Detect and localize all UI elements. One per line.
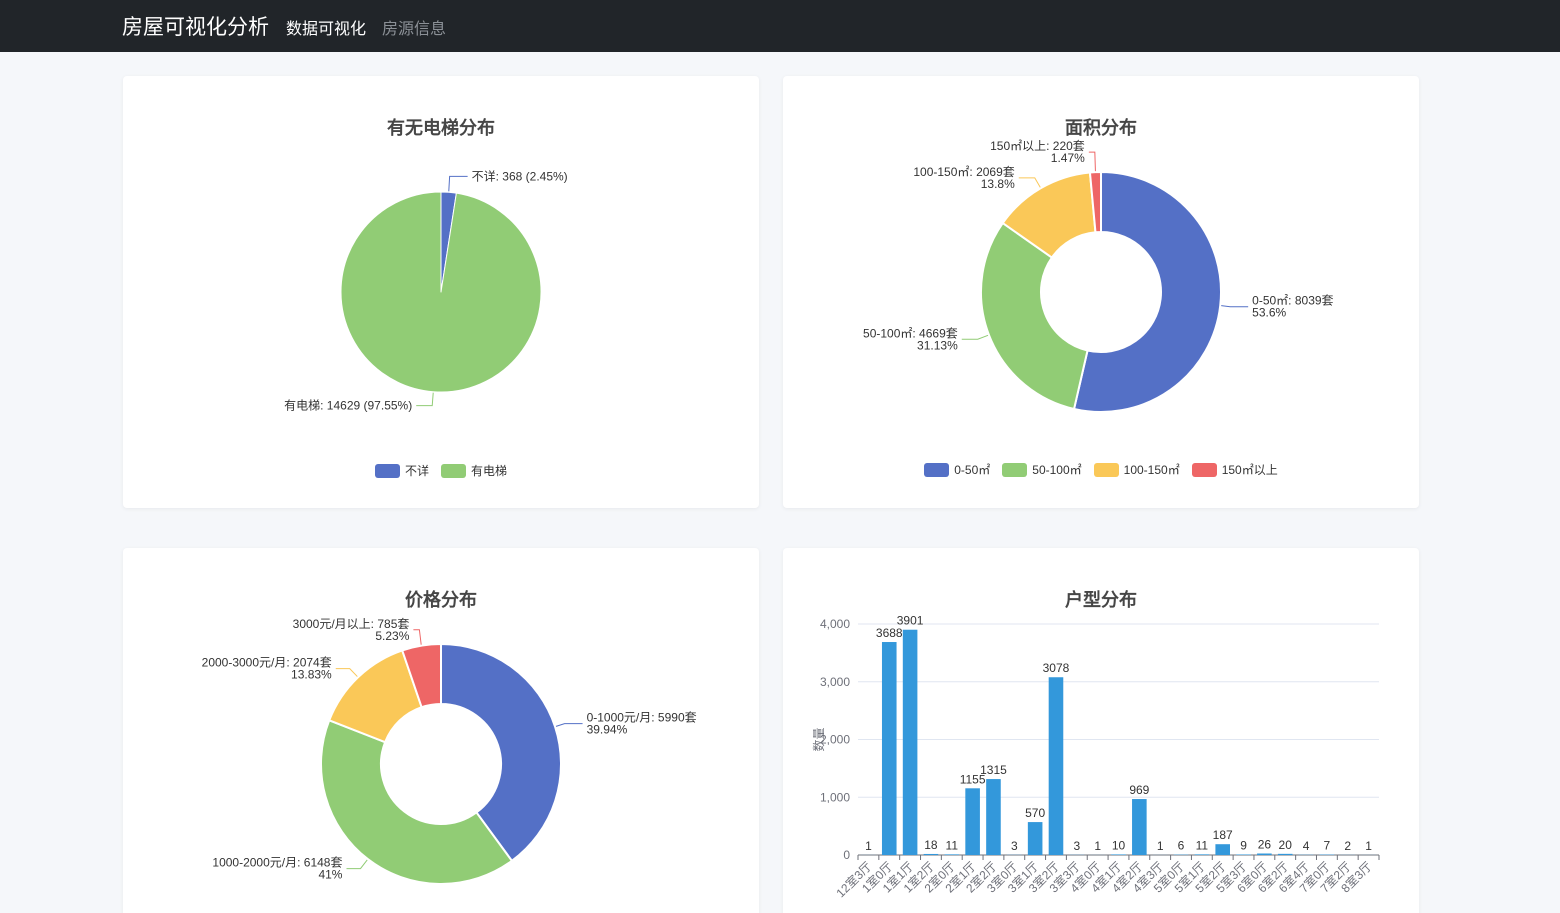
- legend-item-0-50[interactable]: 0-50㎡: [924, 461, 990, 478]
- area-label-line-3: [1088, 151, 1096, 172]
- bar-19[interactable]: [1257, 853, 1272, 855]
- price-slice-label-3-1: 5.23%: [375, 629, 409, 643]
- bar-4[interactable]: [944, 854, 960, 855]
- bar-value-label-22: 7: [1324, 839, 1331, 853]
- nav-link-listing-info[interactable]: 房源信息: [382, 15, 446, 39]
- bar-value-label-7: 3: [1011, 839, 1018, 853]
- price-slice-label-0-1: 39.94%: [587, 723, 628, 737]
- y-axis-label: 数量: [811, 727, 826, 751]
- legend-item-150-plus[interactable]: 150㎡以上: [1191, 461, 1278, 478]
- bar-6[interactable]: [986, 779, 1001, 855]
- area-slice-label-2-1: 13.8%: [981, 177, 1015, 191]
- price-slice-label-1-1: 41%: [318, 868, 342, 882]
- y-tick-label-1: 1,000: [820, 790, 850, 804]
- legend-swatch-unknown: [374, 463, 400, 478]
- price-label-line-0: [555, 723, 583, 727]
- brand-title[interactable]: 房屋可视化分析: [122, 11, 269, 41]
- bar-8[interactable]: [1027, 822, 1043, 855]
- bar-value-label-23: 2: [1344, 839, 1351, 853]
- legend-label-has-elevator: 有电梯: [471, 464, 508, 478]
- bar-value-label-2: 3901: [897, 614, 924, 628]
- elevator-label-line-0: [448, 175, 468, 192]
- price-label-line-3: [413, 629, 422, 645]
- y-tick-label-3: 3,000: [820, 675, 850, 689]
- price-donut-chart: 0-1000元/月: 5990套39.94%1000-2000元/月: 6148…: [202, 617, 697, 885]
- bar-value-label-11: 1: [1094, 839, 1101, 853]
- bar-value-label-14: 1: [1157, 839, 1164, 853]
- legend-swatch-50-100: [1002, 462, 1028, 477]
- bar-value-label-6: 1315: [980, 763, 1007, 777]
- area-donut-chart: 0-50㎡: 8039套53.6%50-100㎡: 4669套31.13%100…: [863, 139, 1334, 413]
- layout-bar-chart: 01,0002,0003,0004,000数量112室3厅36881室0厅390…: [811, 614, 1380, 900]
- elevator-pie-chart: 不详: 368 (2.45%) 有电梯: 14629 (97.55%): [284, 168, 568, 413]
- area-label-line-0: [1221, 305, 1249, 308]
- price-pie-slice-1[interactable]: [320, 719, 513, 885]
- layout-chart-card: 户型分布 0 1,000 2,000 3,000 4,000 数量 1 12室3厅 3688 1室…: [783, 548, 1419, 913]
- elevator-slice-label-1-0: 有电梯: 14629 (97.55%): [284, 399, 412, 413]
- area-slice-label-0-1: 53.6%: [1252, 306, 1286, 320]
- legend-swatch-100-150: [1093, 462, 1119, 477]
- bar-value-label-4: 11: [946, 838, 959, 852]
- bar-value-label-0: 1: [865, 839, 872, 853]
- bar-17[interactable]: [1215, 844, 1230, 855]
- price-chart-card: 价格分布 0-1000元/月: 5990套 39.94% 1000-2000元/月:…: [123, 548, 759, 913]
- bar-value-label-24: 1: [1365, 839, 1372, 853]
- bar-value-label-16: 11: [1196, 838, 1209, 852]
- bar-value-label-15: 6: [1178, 839, 1185, 853]
- legend-swatch-has-elevator: [441, 463, 466, 478]
- area-legend: 0-50㎡ 50-100㎡ 100-150㎡ 150㎡以上: [783, 461, 1419, 478]
- area-label-line-1: [961, 334, 989, 340]
- bar-value-label-10: 3: [1073, 839, 1080, 853]
- bar-value-label-1: 3688: [876, 626, 903, 640]
- bar-3[interactable]: [923, 853, 939, 855]
- bar-value-label-21: 4: [1303, 839, 1310, 853]
- price-slice-label-2-1: 13.83%: [291, 668, 332, 682]
- bar-value-label-13: 969: [1129, 783, 1149, 797]
- bar-value-label-3: 18: [924, 838, 938, 852]
- elevator-pie-slice-1[interactable]: [340, 191, 542, 393]
- area-pie-slice-1[interactable]: [980, 222, 1089, 410]
- bar-16[interactable]: [1194, 854, 1210, 855]
- bar-20[interactable]: [1277, 853, 1293, 855]
- area-label-line-2: [1018, 177, 1041, 188]
- bar-2[interactable]: [902, 629, 918, 855]
- bar-9[interactable]: [1048, 677, 1064, 855]
- legend-label-50-100: 50-100㎡: [1032, 463, 1082, 477]
- legend-item-50-100[interactable]: 50-100㎡: [1002, 461, 1082, 478]
- bar-13[interactable]: [1132, 799, 1147, 855]
- bar-value-label-18: 9: [1240, 838, 1247, 852]
- y-tick-label-0: 0: [843, 848, 850, 862]
- bar-value-label-8: 570: [1025, 806, 1045, 820]
- bar-1[interactable]: [881, 642, 897, 855]
- area-slice-label-3-1: 1.47%: [1051, 151, 1085, 165]
- legend-swatch-150-plus: [1191, 462, 1217, 477]
- legend-label-0-50: 0-50㎡: [954, 463, 991, 477]
- bar-12[interactable]: [1111, 854, 1126, 855]
- area-slice-label-1-1: 31.13%: [917, 338, 958, 352]
- legend-item-has-elevator[interactable]: 有电梯: [441, 462, 507, 479]
- elevator-label-line-1: [416, 392, 434, 407]
- legend-label-100-150: 100-150㎡: [1123, 463, 1180, 477]
- bar-value-label-9: 3078: [1043, 661, 1070, 675]
- legend-item-unknown[interactable]: 不详: [374, 462, 429, 479]
- elevator-chart-card: 有无电梯分布 不详: 368 (2.45%) 有电梯: 14629 (97.55%…: [123, 76, 759, 508]
- area-chart-card: 面积分布 0-50㎡: 8039套 53.6% 50-100㎡: 4669套 31.1…: [783, 76, 1419, 508]
- elevator-legend: 不详 有电梯: [123, 462, 759, 479]
- bar-value-label-12: 10: [1112, 838, 1126, 852]
- bar-18[interactable]: [1236, 854, 1251, 855]
- elevator-slice-label-0-0: 不详: 368 (2.45%): [472, 168, 568, 183]
- price-label-line-1: [346, 859, 368, 870]
- navbar: 房屋可视化分析 数据可视化 房源信息: [0, 0, 1560, 52]
- y-tick-label-4: 4,000: [820, 617, 850, 631]
- legend-swatch-0-50: [924, 462, 950, 477]
- legend-label-unknown: 不详: [404, 464, 429, 478]
- bar-value-label-17: 187: [1213, 828, 1233, 842]
- bar-5[interactable]: [965, 788, 980, 855]
- bar-value-label-19: 26: [1258, 837, 1272, 851]
- nav-link-data-visualization[interactable]: 数据可视化: [286, 15, 366, 39]
- legend-label-150-plus: 150㎡以上: [1221, 463, 1278, 477]
- price-label-line-2: [335, 668, 358, 677]
- legend-item-100-150[interactable]: 100-150㎡: [1093, 461, 1180, 478]
- bar-value-label-20: 20: [1279, 838, 1293, 852]
